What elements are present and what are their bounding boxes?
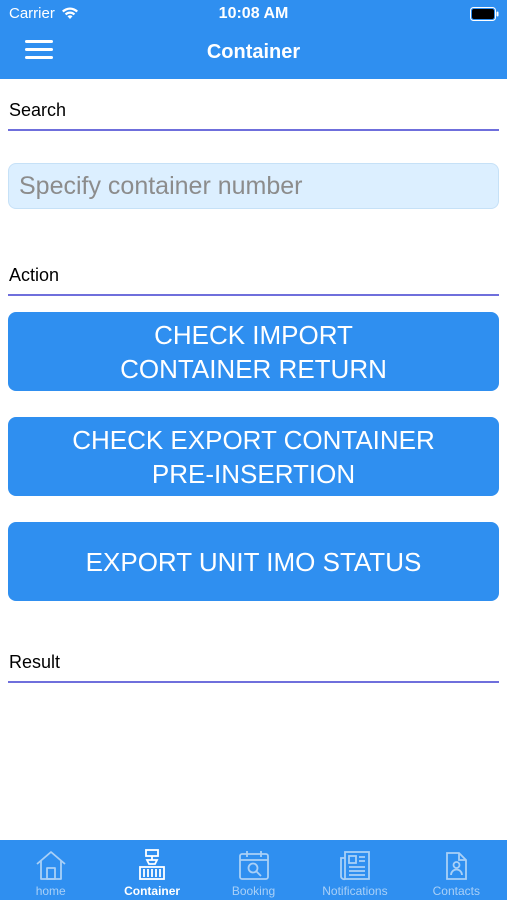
tab-booking[interactable]: Booking [203, 840, 304, 900]
page-title: Container [206, 41, 301, 63]
bottom-tab-bar: home Container Booking Notifications Con… [0, 840, 507, 900]
tab-container[interactable]: Container [101, 840, 202, 900]
export-unit-imo-status-button[interactable]: EXPORT UNIT IMO STATUS [8, 522, 499, 601]
search-section-label: Search [9, 100, 67, 120]
status-time: 10:08 AM [218, 5, 289, 22]
action-divider [8, 294, 499, 296]
calendar-search-icon [238, 851, 269, 880]
battery-icon [470, 7, 499, 21]
tab-contacts[interactable]: Contacts [406, 840, 507, 900]
contact-card-icon [446, 852, 468, 880]
result-section-label: Result [9, 652, 61, 672]
tab-notifications[interactable]: Notifications [304, 840, 405, 900]
button-label-line: CONTAINER RETURN [120, 353, 387, 384]
tab-label: Container [124, 884, 181, 898]
button-label-line: CHECK IMPORT [154, 319, 353, 350]
search-divider [8, 129, 499, 131]
newspaper-icon [340, 851, 370, 881]
status-bar: Carrier 10:08 AM [0, 0, 507, 28]
check-import-container-return-button[interactable]: CHECK IMPORT CONTAINER RETURN [8, 312, 499, 391]
tab-label: Booking [231, 884, 276, 898]
tab-label: Contacts [432, 884, 480, 898]
result-divider [8, 681, 499, 683]
tab-label: Notifications [322, 884, 388, 898]
container-crane-icon [139, 849, 166, 880]
home-icon [36, 851, 66, 880]
action-section-label: Action [9, 265, 60, 285]
button-label-line: EXPORT UNIT IMO STATUS [85, 546, 422, 577]
button-label-line: PRE-INSERTION [151, 458, 356, 489]
button-label-line: CHECK EXPORT CONTAINER [72, 424, 435, 455]
check-export-container-pre-insertion-button[interactable]: CHECK EXPORT CONTAINER PRE-INSERTION [8, 417, 499, 496]
tab-home[interactable]: home [0, 840, 101, 900]
app-header: Carrier 10:08 AM Container [0, 0, 507, 79]
tab-label: home [35, 884, 66, 898]
container-number-input[interactable] [8, 163, 499, 209]
